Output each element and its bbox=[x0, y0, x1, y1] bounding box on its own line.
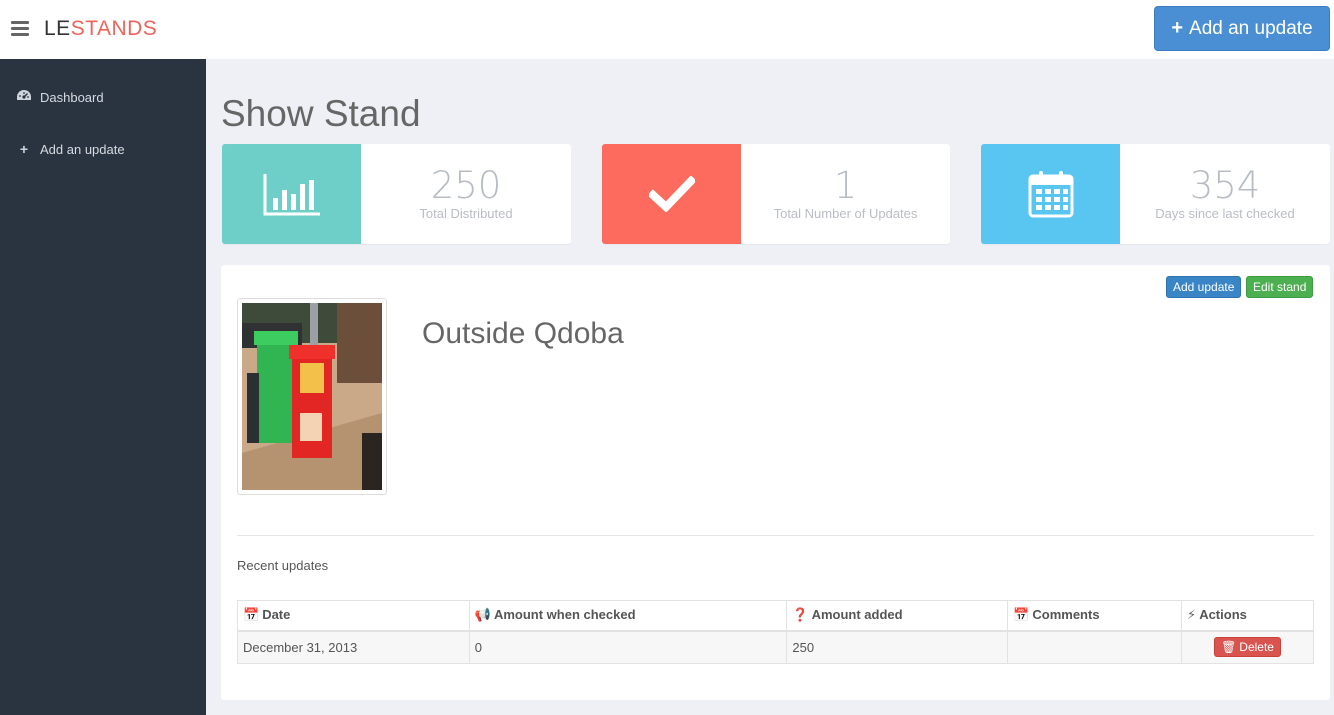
stat-tile bbox=[981, 144, 1120, 244]
add-update-button-label: Add an update bbox=[1189, 17, 1313, 39]
bolt-icon: ⚡ bbox=[1187, 607, 1197, 623]
stat-tile bbox=[222, 144, 361, 244]
cell-date: December 31, 2013 bbox=[237, 630, 470, 664]
stat-tile bbox=[602, 144, 741, 244]
stand-photo bbox=[237, 298, 387, 495]
cell-amount-checked: 0 bbox=[468, 630, 788, 664]
cell-amount-added: 250 bbox=[786, 630, 1009, 664]
stand-panel: Add update Edit stand Outside Qdoba Rece… bbox=[221, 265, 1330, 700]
add-update-button[interactable]: + Add an update bbox=[1154, 6, 1330, 51]
stand-name: Outside Qdoba bbox=[422, 317, 624, 350]
bullhorn-icon: 📢 bbox=[474, 607, 491, 623]
sidebar-item-add-update[interactable]: + Add an update bbox=[16, 141, 125, 157]
trash-icon: 🗑 bbox=[1221, 640, 1237, 655]
stand-photo-image bbox=[242, 303, 382, 490]
table-row: December 31, 2013 0 250 🗑 Delete bbox=[237, 630, 1314, 664]
column-header-amount-checked: 📢 Amount when checked bbox=[468, 600, 788, 632]
stat-label: Total Distributed bbox=[419, 206, 513, 221]
plus-icon: + bbox=[19, 141, 29, 157]
edit-stand-button[interactable]: Edit stand bbox=[1246, 276, 1314, 298]
stat-card-days-since-checked: 354 Days since last checked bbox=[981, 144, 1330, 244]
stat-value: 1 bbox=[833, 164, 858, 207]
column-header-actions: ⚡ Actions bbox=[1181, 600, 1314, 632]
bar-chart-icon bbox=[263, 174, 320, 216]
stat-label: Days since last checked bbox=[1155, 206, 1295, 221]
sidebar: Dashboard + Add an update bbox=[0, 59, 206, 715]
cell-comments bbox=[1007, 630, 1183, 664]
top-navbar: LESTANDS + Add an update bbox=[0, 0, 1334, 59]
sidebar-item-label: Dashboard bbox=[40, 90, 104, 105]
dashboard-icon bbox=[16, 89, 32, 106]
brand-suffix: STANDS bbox=[70, 17, 158, 40]
column-header-comments: 📅 Comments bbox=[1007, 600, 1183, 632]
stat-card-total-updates: 1 Total Number of Updates bbox=[602, 144, 950, 244]
delete-button[interactable]: 🗑 Delete bbox=[1214, 637, 1281, 658]
column-header-amount-added: ❓ Amount added bbox=[786, 600, 1009, 632]
recent-updates-table: 📅 Date 📢 Amount when checked ❓ Amount added… bbox=[237, 600, 1314, 664]
calendar-icon: 📅 bbox=[243, 607, 260, 623]
stat-label: Total Number of Updates bbox=[773, 206, 918, 221]
recent-updates-label: Recent updates bbox=[237, 558, 329, 573]
table-header-row: 📅 Date 📢 Amount when checked ❓ Amount added… bbox=[237, 600, 1314, 632]
delete-button-label: Delete bbox=[1239, 640, 1274, 655]
calendar-icon bbox=[1028, 171, 1073, 218]
divider bbox=[237, 535, 1314, 536]
plus-icon: + bbox=[1171, 17, 1184, 39]
stat-card-total-distributed: 250 Total Distributed bbox=[222, 144, 571, 244]
page-title: Show Stand bbox=[221, 93, 421, 134]
brand-logo[interactable]: LESTANDS bbox=[44, 17, 157, 41]
sidebar-item-dashboard[interactable]: Dashboard bbox=[16, 89, 104, 106]
checkmark-icon bbox=[648, 176, 695, 212]
brand-prefix: LE bbox=[44, 17, 71, 40]
cell-actions: 🗑 Delete bbox=[1181, 630, 1314, 664]
column-header-date: 📅 Date bbox=[237, 600, 470, 632]
sidebar-item-label: Add an update bbox=[40, 141, 125, 157]
question-circle-icon: ❓ bbox=[792, 607, 809, 623]
calendar-icon: 📅 bbox=[1013, 607, 1030, 623]
hamburger-menu-icon[interactable] bbox=[11, 21, 29, 37]
stat-value: 354 bbox=[1189, 164, 1261, 207]
stat-value: 250 bbox=[430, 164, 502, 207]
add-update-small-button[interactable]: Add update bbox=[1166, 276, 1242, 298]
